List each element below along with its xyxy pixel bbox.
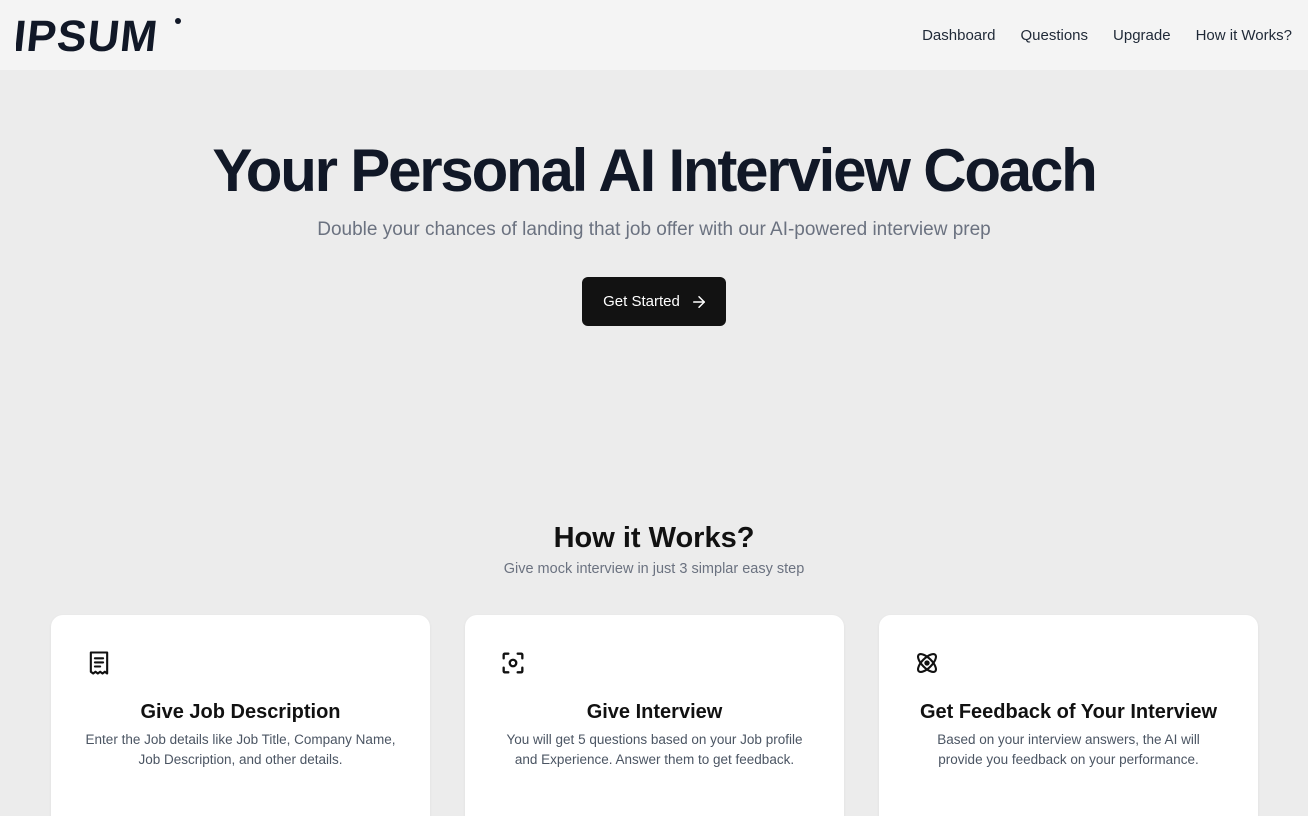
top-navbar: IPSUM Dashboard Questions Upgrade How it… [0, 0, 1308, 70]
step-description: Enter the Job details like Job Title, Co… [85, 732, 396, 767]
nav-upgrade-link[interactable]: Upgrade [1113, 27, 1171, 44]
how-it-works-title: How it Works? [553, 522, 755, 554]
how-it-works-subtitle: Give mock interview in just 3 simplar ea… [503, 561, 805, 577]
main-nav: Dashboard Questions Upgrade How it Works… [922, 27, 1292, 44]
hero-subtitle: Double your chances of landing that job … [317, 219, 991, 240]
nav-how-it-works-link[interactable]: How it Works? [1196, 27, 1292, 44]
svg-text:IPSUM: IPSUM [16, 15, 161, 55]
step-title: Give Interview [586, 701, 723, 723]
ipsum-logo[interactable]: IPSUM [16, 15, 182, 55]
step-card-get-feedback: Get Feedback of Your Interview Based on … [879, 615, 1258, 816]
logo-wordmark: IPSUM [16, 15, 181, 55]
hero-title: Your Personal AI Interview Coach [212, 137, 1097, 204]
hero-section: Your Personal AI Interview Coach Double … [0, 70, 1308, 326]
get-started-label: Get Started [603, 293, 680, 310]
atom-icon [917, 653, 937, 673]
document-icon [89, 651, 109, 675]
nav-questions-link[interactable]: Questions [1020, 27, 1088, 44]
step-description: You will get 5 questions based on your J… [506, 732, 803, 767]
scan-icon [502, 652, 524, 674]
nav-dashboard-link[interactable]: Dashboard [922, 27, 995, 44]
step-description: Based on your interview answers, the AI … [937, 732, 1200, 767]
step-title: Give Job Description [140, 701, 341, 723]
step-card-give-interview: Give Interview You will get 5 questions … [465, 615, 844, 816]
step-title: Get Feedback of Your Interview [919, 701, 1218, 723]
arrow-right-icon [692, 295, 705, 308]
step-card-job-description: Give Job Description Enter the Job detai… [51, 615, 430, 816]
how-it-works-section: How it Works? Give mock interview in jus… [0, 518, 1308, 580]
get-started-button[interactable]: Get Started [582, 277, 726, 326]
